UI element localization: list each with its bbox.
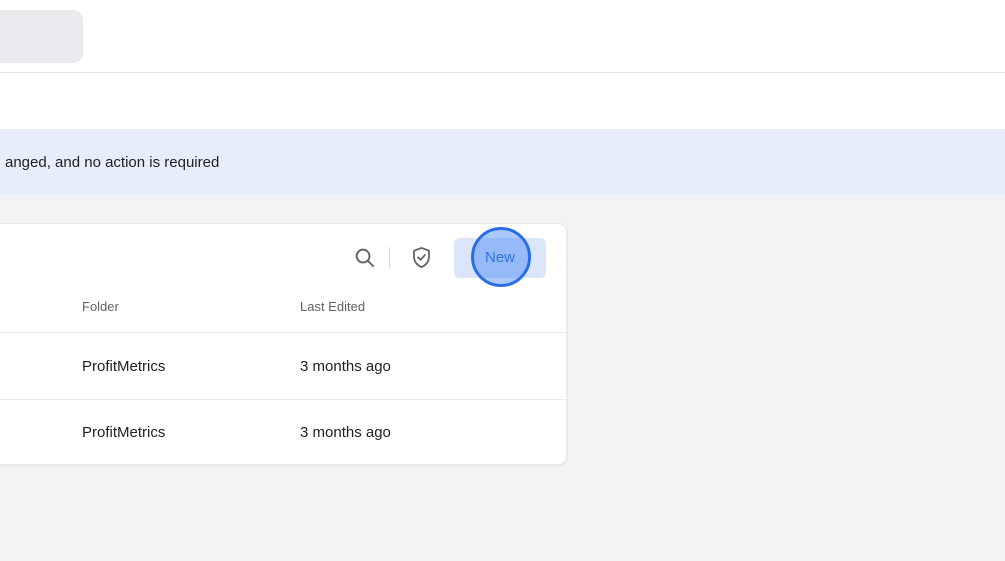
new-button[interactable]: New <box>454 237 546 278</box>
column-header-folder: Folder <box>82 299 119 314</box>
folders-card: New Folder Last Edited ProfitMetrics 3 m… <box>0 223 567 465</box>
notification-text: anged, and no action is required <box>5 153 220 171</box>
folder-cell[interactable]: ProfitMetrics <box>82 358 300 375</box>
table-row[interactable]: ProfitMetrics 3 months ago <box>0 400 566 464</box>
top-tab[interactable] <box>0 10 83 63</box>
folder-cell[interactable]: ProfitMetrics <box>82 424 300 441</box>
table-header-row: Folder Last Edited <box>0 281 566 333</box>
last-edited-cell: 3 months ago <box>300 357 391 375</box>
last-edited-cell: 3 months ago <box>300 423 391 441</box>
toolbar-divider <box>389 246 390 269</box>
header-divider <box>0 72 1005 73</box>
card-toolbar: New <box>0 224 566 281</box>
column-header-last-edited: Last Edited <box>300 299 366 314</box>
search-icon <box>353 246 376 269</box>
table-row[interactable]: ProfitMetrics 3 months ago <box>0 333 566 400</box>
shield-check-icon <box>409 245 434 270</box>
search-button[interactable] <box>351 245 377 271</box>
notification-banner: anged, and no action is required <box>0 129 1005 195</box>
shield-check-button[interactable] <box>408 245 434 271</box>
